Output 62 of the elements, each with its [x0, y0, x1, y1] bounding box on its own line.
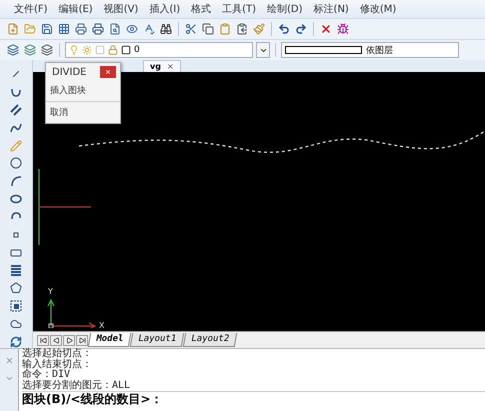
spline-icon[interactable] — [9, 121, 23, 134]
previous-tab-button[interactable] — [50, 334, 62, 346]
menu-item[interactable]: 文件(F) — [14, 2, 48, 16]
menu-item[interactable]: 视图(V) — [104, 2, 138, 16]
menu-item[interactable]: 插入(I) — [149, 2, 180, 16]
menu-item[interactable]: 编辑(E) — [58, 2, 93, 16]
redo-icon[interactable] — [294, 22, 308, 36]
layout-tab[interactable]: Layout2 — [182, 333, 238, 347]
command-line: 命令：DIV — [22, 370, 70, 380]
color-square-icon[interactable] — [121, 45, 131, 55]
last-tab-button[interactable] — [76, 334, 88, 346]
binoculars-icon[interactable] — [159, 22, 173, 36]
layer-dropdown[interactable]: 0 — [65, 42, 253, 58]
left-triangle-icon — [52, 336, 60, 344]
layout-tab[interactable]: Model — [88, 333, 132, 347]
menu-item[interactable]: 工具(T) — [222, 2, 256, 16]
layout-tab[interactable]: Layout1 — [130, 333, 184, 347]
bug-icon[interactable] — [336, 22, 350, 36]
cloud-icon[interactable] — [9, 317, 23, 330]
new-file-icon[interactable] — [6, 22, 20, 36]
printer-icon[interactable] — [91, 22, 105, 36]
right-triangle-icon — [66, 336, 72, 344]
layers-icon[interactable] — [40, 43, 54, 57]
menu-item[interactable]: 取消 — [46, 101, 120, 123]
ellipse-icon[interactable] — [9, 192, 23, 206]
undo-icon[interactable] — [277, 22, 291, 36]
block-icon[interactable] — [9, 300, 23, 312]
next-tab-button[interactable] — [63, 334, 75, 346]
y-axis-label: Y — [48, 287, 53, 296]
refresh-icon[interactable] — [9, 335, 23, 348]
layers-icon[interactable] — [23, 43, 37, 57]
close-button[interactable]: × — [100, 66, 116, 78]
menu-item[interactable]: 绘制(D) — [267, 2, 303, 16]
save-icon[interactable] — [40, 22, 54, 36]
menu-item[interactable]: 修改(M) — [360, 2, 396, 16]
menu-item[interactable]: 标注(N) — [314, 2, 349, 16]
menu-item[interactable]: 插入图块 — [46, 80, 120, 101]
command-line: 输入结束切点： — [22, 360, 93, 370]
menu-title: DIVIDE — [52, 66, 86, 78]
x-axis-label: X — [99, 321, 104, 330]
command-prompt[interactable]: 图块(B)/<线段的数目>： — [22, 391, 485, 407]
polygon-icon[interactable] — [9, 282, 23, 295]
clipboard-icon[interactable] — [235, 22, 249, 36]
hatch-icon[interactable] — [9, 264, 23, 277]
arc-icon[interactable] — [9, 174, 23, 188]
menu-item[interactable]: 格式 — [191, 2, 212, 16]
command-line: 选择要分割的图元：ALL — [22, 380, 132, 391]
command-line: 选择起始切点： — [22, 349, 93, 359]
skip-forward-icon — [78, 336, 86, 344]
first-tab-button[interactable] — [37, 334, 49, 346]
preview-icon[interactable] — [108, 22, 122, 36]
double-line-icon[interactable] — [9, 104, 23, 116]
eye-icon[interactable] — [125, 22, 139, 36]
skip-back-icon — [40, 336, 46, 344]
printer-icon[interactable] — [74, 22, 88, 36]
circle-icon[interactable] — [9, 157, 23, 170]
linetype-dropdown[interactable]: 依图层 — [281, 42, 459, 58]
cut-icon[interactable] — [184, 22, 198, 36]
grid-icon[interactable] — [57, 22, 71, 36]
copy-icon[interactable] — [201, 22, 215, 36]
layers-icon[interactable] — [6, 43, 20, 57]
drawing-tab[interactable]: vg × — [143, 60, 181, 72]
